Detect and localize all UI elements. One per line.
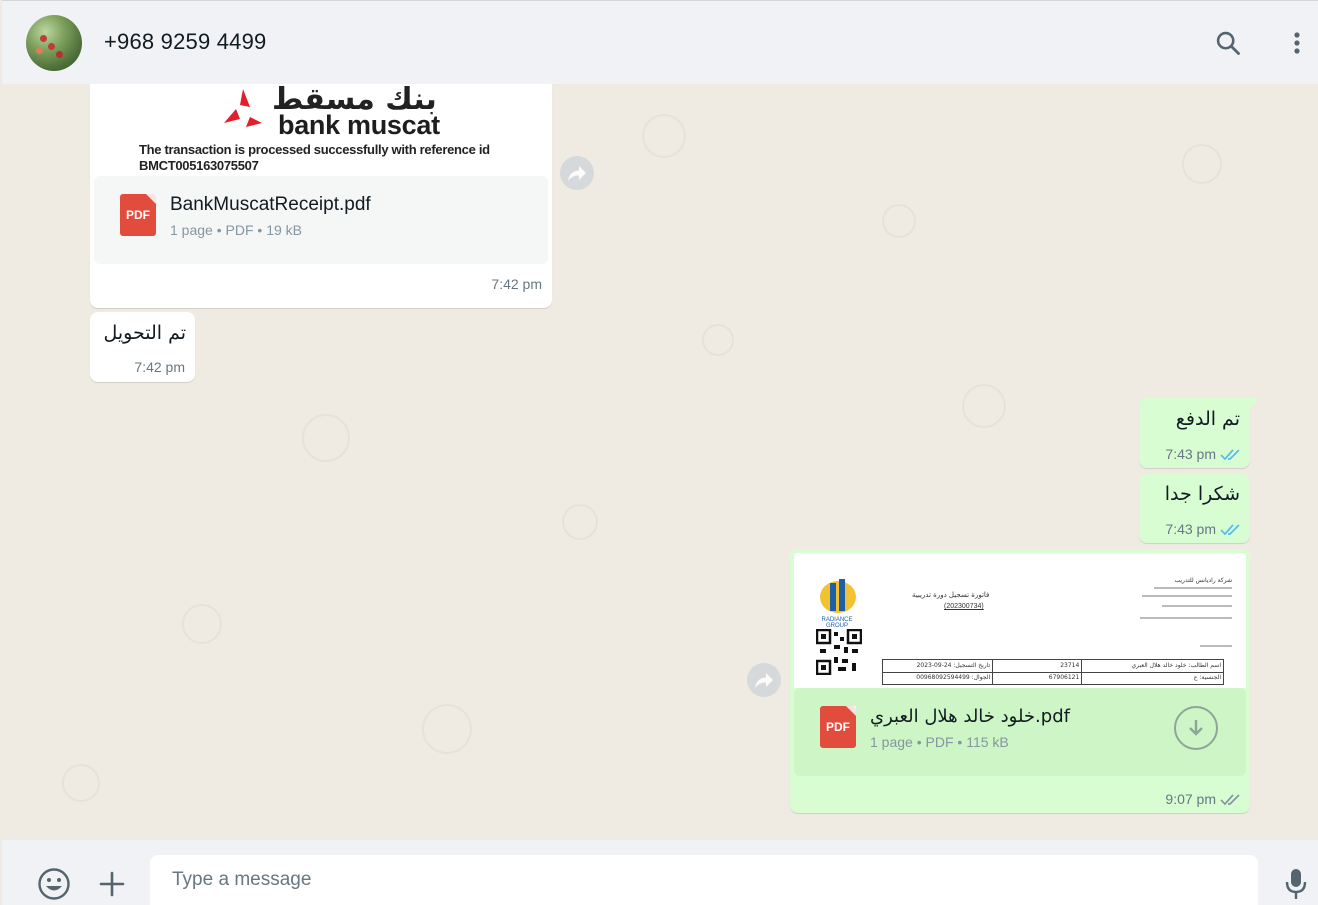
invoice-file-meta: 1 page • PDF • 115 kB xyxy=(870,734,1009,750)
forward-button[interactable] xyxy=(747,663,781,697)
invoice-file-name: خلود خالد هلال العبري.pdf xyxy=(870,706,1070,727)
forward-icon xyxy=(568,166,586,181)
receipt-preview-line2: BMCT005163075507 xyxy=(139,158,259,173)
message-thanks[interactable]: شكرا جدا 7:43 pm xyxy=(1139,474,1250,543)
radiance-logo-icon xyxy=(820,579,856,613)
message-transferred[interactable]: تم التحويل 7:42 pm xyxy=(90,312,195,382)
chat-panel[interactable]: بنك مسقط bank muscat The transaction is … xyxy=(2,84,1318,840)
delivered-ticks-icon xyxy=(1220,794,1240,806)
message-time: 7:43 pm xyxy=(1165,521,1216,537)
emoji-icon xyxy=(38,868,70,900)
attach-button[interactable] xyxy=(92,864,132,904)
contact-name[interactable]: +968 9259 4499 xyxy=(104,29,266,55)
invoice-preview-table: اسم الطالب: خلود خالد هلال العبري 23714 … xyxy=(882,659,1224,685)
receipt-preview-line1: The transaction is processed successfull… xyxy=(139,142,490,157)
pdf-icon: PDF xyxy=(120,194,156,236)
contact-avatar[interactable] xyxy=(26,15,82,71)
message-text: تم الدفع xyxy=(1175,408,1240,430)
chat-header: +968 9259 4499 xyxy=(2,0,1318,84)
invoice-page-count: 1 page xyxy=(870,734,913,750)
plus-icon xyxy=(99,871,125,897)
receipt-file-type: PDF xyxy=(225,222,254,238)
microphone-icon xyxy=(1285,869,1307,899)
message-time: 7:43 pm xyxy=(1165,446,1216,462)
invoice-preview-ref: (202300734) xyxy=(944,603,984,610)
download-button[interactable] xyxy=(1174,706,1218,750)
invoice-file-size: 115 kB xyxy=(966,734,1009,750)
receipt-file-meta: 1 page • PDF • 19 kB xyxy=(170,222,303,238)
kebab-menu-icon xyxy=(1294,32,1300,54)
bubble-tail-icon xyxy=(1249,398,1259,410)
read-receipt-icon xyxy=(1220,449,1240,461)
message-text: تم التحويل xyxy=(103,322,186,344)
composer-bar xyxy=(2,840,1318,905)
receipt-preview[interactable]: بنك مسقط bank muscat The transaction is … xyxy=(94,84,548,176)
message-paid[interactable]: تم الدفع 7:43 pm xyxy=(1139,398,1259,468)
message-time: 9:07 pm xyxy=(1165,791,1216,807)
download-icon xyxy=(1189,720,1203,736)
invoice-file-type: PDF xyxy=(925,734,954,750)
invoice-logo-text: RADIANCE GROUP xyxy=(821,617,853,629)
message-invoice[interactable]: RADIANCE GROUP فاتورة تسجيل دورة تدريبية… xyxy=(790,549,1250,813)
receipt-page-count: 1 page xyxy=(170,222,213,238)
message-text: شكرا جدا xyxy=(1164,483,1240,505)
menu-button[interactable] xyxy=(1279,25,1315,61)
bank-logo-english: bank muscat xyxy=(278,110,440,140)
invoice-preview-title: فاتورة تسجيل دورة تدريبية xyxy=(912,591,990,599)
invoice-preview-company: شركة راديانس للتدريب xyxy=(1174,577,1232,584)
forward-button[interactable] xyxy=(560,156,594,190)
message-input[interactable] xyxy=(150,855,1258,905)
search-icon xyxy=(1216,31,1240,55)
voice-message-button[interactable] xyxy=(1276,864,1316,904)
read-receipt-icon xyxy=(1220,524,1240,536)
invoice-file-card[interactable]: PDF خلود خالد هلال العبري.pdf 1 page • P… xyxy=(794,688,1246,776)
message-receipt[interactable]: بنك مسقط bank muscat The transaction is … xyxy=(90,84,552,308)
search-button[interactable] xyxy=(1210,25,1246,61)
pdf-icon: PDF xyxy=(820,706,856,748)
receipt-file-name: BankMuscatReceipt.pdf xyxy=(170,194,371,215)
forward-icon xyxy=(755,673,773,688)
message-time: 7:42 pm xyxy=(491,276,542,292)
receipt-file-size: 19 kB xyxy=(266,222,303,238)
invoice-preview[interactable]: RADIANCE GROUP فاتورة تسجيل دورة تدريبية… xyxy=(794,553,1246,688)
emoji-button[interactable] xyxy=(34,864,74,904)
qr-code-icon xyxy=(816,629,862,675)
bank-muscat-logo-icon xyxy=(224,89,262,127)
receipt-file-card[interactable]: PDF BankMuscatReceipt.pdf 1 page • PDF •… xyxy=(94,176,548,264)
message-time: 7:42 pm xyxy=(134,359,185,375)
